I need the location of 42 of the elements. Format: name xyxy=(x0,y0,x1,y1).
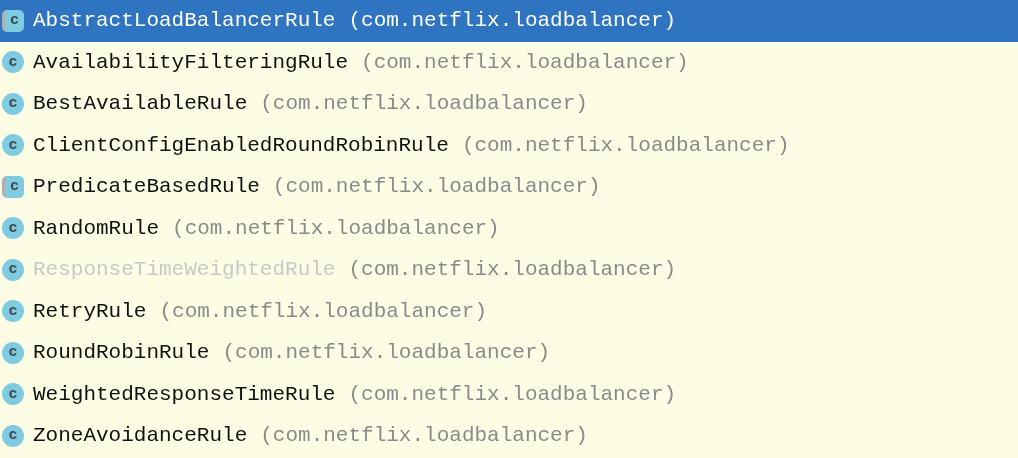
package-name: (com.netflix.loadbalancer) xyxy=(272,174,601,200)
package-name: (com.netflix.loadbalancer) xyxy=(348,8,677,34)
class-icon: c xyxy=(2,217,24,240)
class-list-item[interactable]: c ClientConfigEnabledRoundRobinRule (com.netflix.loadbalancer) xyxy=(0,124,1018,166)
class-list-item[interactable]: c RoundRobinRule (com.netflix.loadbalancer) xyxy=(0,332,1018,374)
class-list-item[interactable]: c AvailabilityFilteringRule (com.netflix.loadbalancer) xyxy=(0,41,1018,83)
class-name: RetryRule xyxy=(33,298,147,325)
class-list-item[interactable]: c PredicateBasedRule (com.netflix.loadbalancer) xyxy=(0,166,1018,208)
package-name: (com.netflix.loadbalancer) xyxy=(361,49,689,76)
class-icon: c xyxy=(2,258,24,281)
abstract-class-icon: c xyxy=(2,175,24,198)
class-icon: c xyxy=(2,134,24,157)
package-name: (com.netflix.loadbalancer) xyxy=(348,381,677,408)
class-icon: c xyxy=(2,341,24,364)
package-name: (com.netflix.loadbalancer) xyxy=(260,423,588,449)
class-icon: c xyxy=(2,300,24,323)
class-list-item[interactable]: c RandomRule (com.netflix.loadbalancer) xyxy=(0,207,1018,249)
class-name: ZoneAvoidanceRule xyxy=(33,423,248,449)
package-name: (com.netflix.loadbalancer) xyxy=(222,340,551,366)
class-name: RandomRule xyxy=(33,215,160,242)
class-list-item[interactable]: c ZoneAvoidanceRule (com.netflix.loadbalancer) xyxy=(0,415,1018,457)
package-name: (com.netflix.loadbalancer) xyxy=(159,298,488,325)
class-list-item[interactable]: c RetryRule (com.netflix.loadbalancer) xyxy=(0,290,1018,332)
class-name: AvailabilityFilteringRule xyxy=(33,49,349,76)
class-name: WeightedResponseTimeRule xyxy=(33,381,336,408)
package-name: (com.netflix.loadbalancer) xyxy=(461,132,790,159)
package-name: (com.netflix.loadbalancer) xyxy=(172,215,500,242)
package-name: (com.netflix.loadbalancer) xyxy=(260,91,588,117)
class-icon: c xyxy=(2,51,24,74)
class-icon: c xyxy=(2,383,24,406)
class-icon: c xyxy=(2,92,24,115)
class-name: ClientConfigEnabledRoundRobinRule xyxy=(33,132,449,159)
class-list-item[interactable]: c BestAvailableRule (com.netflix.loadbalancer) xyxy=(0,83,1018,125)
class-icon: c xyxy=(2,424,24,447)
class-name: BestAvailableRule xyxy=(33,91,248,117)
abstract-class-icon: c xyxy=(2,9,24,32)
class-name: AbstractLoadBalancerRule xyxy=(33,8,336,34)
class-name: PredicateBasedRule xyxy=(33,174,260,200)
package-name: (com.netflix.loadbalancer) xyxy=(348,257,677,283)
class-list-item[interactable]: c AbstractLoadBalancerRule (com.netflix.loadbalancer) xyxy=(0,0,1018,42)
class-list-item[interactable]: c WeightedResponseTimeRule (com.netflix.loadbalancer) xyxy=(0,373,1018,415)
class-name: RoundRobinRule xyxy=(33,340,210,366)
